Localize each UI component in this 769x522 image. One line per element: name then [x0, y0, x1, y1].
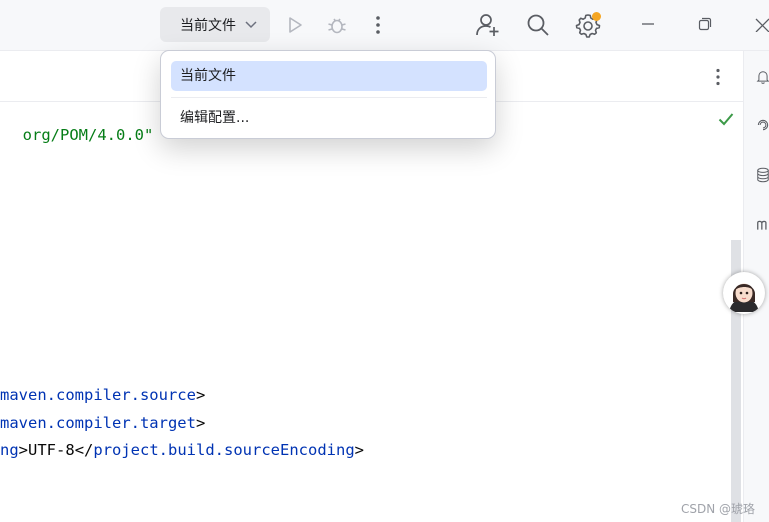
- chevron-down-icon: [245, 21, 257, 29]
- code-line-compiler-source[interactable]: maven.compiler.source>: [0, 386, 205, 404]
- inspection-ok-icon[interactable]: [717, 110, 735, 128]
- namespace-string: org/POM/4.0.0": [22, 126, 154, 144]
- tag-bracket: </: [74, 441, 94, 459]
- debug-icon[interactable]: [325, 13, 349, 37]
- maven-icon[interactable]: [756, 211, 769, 239]
- notifications-bell-icon[interactable]: [756, 63, 769, 91]
- tag-name: project.build.sourceEncoding: [93, 441, 355, 459]
- title-bar: 当前文件: [0, 0, 769, 51]
- run-icon[interactable]: [284, 14, 306, 36]
- notification-badge: [592, 12, 601, 21]
- close-icon[interactable]: [753, 14, 769, 34]
- dropdown-item-edit-configurations[interactable]: 编辑配置...: [171, 103, 487, 133]
- search-icon[interactable]: [525, 12, 551, 38]
- tag-bracket: >: [195, 414, 206, 432]
- dropdown-item-label: 编辑配置...: [180, 110, 250, 126]
- run-configuration-selector[interactable]: 当前文件: [160, 7, 270, 42]
- tag-bracket: >: [18, 441, 29, 459]
- run-config-dropdown: 当前文件 编辑配置...: [160, 50, 496, 139]
- database-icon[interactable]: [756, 161, 769, 189]
- code-line-source-encoding[interactable]: ng>UTF-8</project.build.sourceEncoding>: [0, 441, 364, 459]
- restore-icon[interactable]: [695, 14, 715, 34]
- dropdown-item-current-file[interactable]: 当前文件: [171, 61, 487, 91]
- dropdown-item-label: 当前文件: [180, 68, 236, 84]
- tag-name-fragment: ng: [0, 441, 19, 459]
- add-user-icon[interactable]: [475, 12, 501, 38]
- ai-assistant-icon[interactable]: [756, 111, 769, 139]
- tag-name: maven.compiler.target: [0, 414, 196, 432]
- run-config-label: 当前文件: [180, 17, 236, 34]
- editor-more-icon[interactable]: [708, 66, 728, 88]
- tag-name: maven.compiler.source: [0, 386, 196, 404]
- tag-bracket: >: [354, 441, 364, 459]
- dropdown-separator: [171, 97, 487, 98]
- assistant-avatar[interactable]: [723, 272, 765, 314]
- code-line-namespace[interactable]: org/POM/4.0.0": [0, 108, 154, 144]
- more-vertical-icon[interactable]: [368, 13, 388, 37]
- minimize-icon[interactable]: [638, 14, 658, 34]
- watermark: CSDN @琥珞: [681, 502, 756, 516]
- encoding-value: UTF-8: [28, 441, 75, 459]
- code-line-compiler-target[interactable]: maven.compiler.target>: [0, 414, 205, 432]
- tag-bracket: >: [195, 386, 206, 404]
